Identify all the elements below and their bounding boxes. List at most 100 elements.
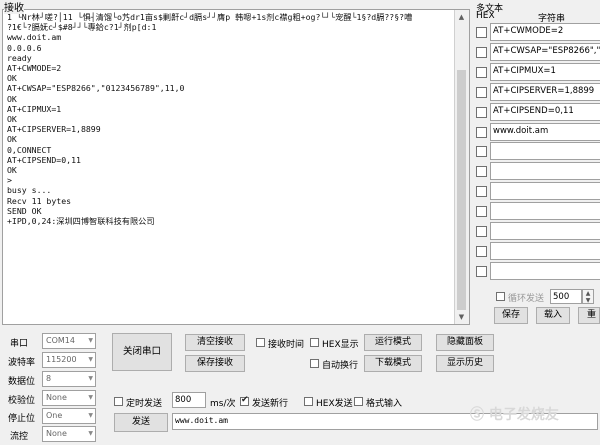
receive-scrollbar[interactable]: ▲ ▼ — [454, 10, 469, 324]
flow-label: 流控 — [10, 432, 29, 442]
multitext-hex-checkbox[interactable] — [476, 245, 487, 257]
multitext-hex-checkbox[interactable] — [476, 186, 487, 198]
receive-line: 0,CONNECT — [7, 144, 52, 155]
receive-line: AT+CIPSERVER=1,8899 — [7, 124, 101, 135]
multitext-panel: 多文本 HEX 字符串 AT+CWMODE=2 AT+CWSAP="ESP8266… — [472, 0, 600, 325]
hex-display-checkbox[interactable] — [310, 338, 319, 347]
flow-value: None — [46, 429, 67, 438]
receive-text-area[interactable]: 1 └Nr林┘嗟?│11 └惧┤清馏└o艿dr1亩s$剿鼾c┘d膈s┘┘膺p 韩… — [7, 12, 455, 322]
multitext-row: AT+CIPMUX=1 — [474, 62, 600, 81]
interval-spin-icon[interactable]: ▲ ▼ — [582, 289, 594, 304]
download-mode-button[interactable]: 下载模式 — [364, 355, 422, 372]
multitext-string-input[interactable] — [490, 222, 600, 240]
receive-time-label: 接收时间 — [268, 340, 305, 350]
multitext-row: www.doit.am — [474, 122, 600, 141]
receive-line: busy s... — [7, 185, 52, 196]
multitext-hex-checkbox[interactable] — [476, 86, 487, 98]
receive-line: AT+CIPMUX=1 — [7, 103, 62, 114]
scroll-up-icon[interactable]: ▲ — [455, 10, 468, 24]
format-input-checkbox[interactable] — [354, 397, 363, 406]
multitext-row — [474, 181, 600, 201]
multitext-row — [474, 161, 600, 181]
baud-select[interactable]: 115200 ▼ — [42, 352, 96, 368]
close-port-button[interactable]: 关闭串口 — [112, 333, 172, 371]
multitext-row: AT+CWSAP="ESP8266","0 — [474, 42, 600, 61]
format-input-label: 格式输入 — [366, 399, 403, 409]
multitext-string-input[interactable] — [490, 182, 600, 201]
chevron-down-icon: ▼ — [88, 375, 93, 382]
multitext-hex-checkbox[interactable] — [476, 206, 487, 218]
parity-label: 校验位 — [8, 396, 36, 406]
multitext-row: AT+CIPSEND=0,11 — [474, 102, 600, 121]
multitext-string-input[interactable]: AT+CWSAP="ESP8266","0 — [490, 42, 600, 61]
send-newline-checkbox[interactable] — [240, 395, 249, 406]
multitext-hex-checkbox[interactable] — [476, 46, 487, 58]
receive-line: +IPD,0,24:深圳四博智联科技有限公司 — [7, 216, 155, 227]
receive-line: www.doit.am — [7, 32, 62, 43]
multitext-hex-checkbox[interactable] — [476, 106, 487, 118]
receive-line: OK — [7, 93, 17, 104]
multitext-row — [474, 201, 600, 221]
hex-column-header: HEX — [476, 11, 495, 21]
multitext-string-input[interactable]: AT+CIPSERVER=1,8899 — [490, 82, 600, 101]
multitext-string-input[interactable]: AT+CIPMUX=1 — [490, 62, 600, 81]
multitext-hex-checkbox[interactable] — [476, 66, 487, 78]
stopbits-select[interactable]: One ▼ — [42, 408, 96, 424]
receive-line: AT+CWMODE=2 — [7, 63, 62, 74]
chevron-down-icon: ▼ — [88, 430, 93, 437]
multitext-row — [474, 141, 600, 161]
multitext-row: AT+CIPSERVER=1,8899 — [474, 82, 600, 101]
hide-panel-button[interactable]: 隐藏面板 — [436, 334, 494, 351]
parity-select[interactable]: None ▼ — [42, 390, 96, 406]
send-button[interactable]: 发送 — [114, 413, 168, 432]
auto-wrap-checkbox[interactable] — [310, 359, 319, 368]
multitext-string-input[interactable]: AT+CWMODE=2 — [490, 23, 600, 41]
run-mode-button[interactable]: 运行模式 — [364, 334, 422, 351]
load-button[interactable]: 载入 — [536, 307, 570, 324]
chevron-down-icon: ▼ — [88, 394, 93, 401]
multitext-row: AT+CWMODE=2 — [474, 22, 600, 41]
hex-send-checkbox[interactable] — [304, 397, 313, 406]
multitext-string-input[interactable] — [490, 261, 600, 280]
baud-value: 115200 — [46, 355, 77, 364]
multitext-string-input[interactable] — [490, 241, 600, 260]
receive-panel: 1 └Nr林┘嗟?│11 └惧┤清馏└o艿dr1亩s$剿鼾c┘d膈s┘┘膺p 韩… — [2, 9, 470, 325]
loop-send-checkbox[interactable] — [496, 292, 505, 301]
databits-select[interactable]: 8 ▼ — [42, 371, 96, 387]
loop-send-label: 循环发送 — [508, 294, 545, 304]
port-value: COM14 — [46, 336, 75, 345]
receive-line: OK — [7, 73, 17, 84]
receive-line: 1 └Nr林┘嗟?│11 └惧┤清馏└o艿dr1亩s$剿鼾c┘d膈s┘┘膺p 韩… — [7, 12, 413, 22]
timed-interval-input[interactable]: 800 — [172, 392, 206, 408]
receive-line: ?1€└?膈妩c┘$#8┘┘└專鉿c?1┘剂p[d:1 — [7, 22, 157, 33]
multitext-row — [474, 241, 600, 260]
save-button[interactable]: 保存 — [494, 307, 528, 324]
loop-interval-input[interactable]: 500 — [550, 289, 582, 304]
save-receive-button[interactable]: 保存接收 — [185, 355, 245, 372]
multitext-string-input[interactable] — [490, 162, 600, 181]
timed-send-checkbox[interactable] — [114, 397, 123, 406]
flow-select[interactable]: None ▼ — [42, 426, 96, 442]
multitext-string-input[interactable] — [490, 142, 600, 161]
multitext-string-input[interactable] — [490, 202, 600, 221]
interval-unit-label: ms/次 — [210, 399, 236, 409]
multitext-string-input[interactable]: www.doit.am — [490, 122, 600, 141]
multitext-hex-checkbox[interactable] — [476, 126, 487, 138]
scroll-down-icon[interactable]: ▼ — [455, 310, 468, 324]
multitext-hex-checkbox[interactable] — [476, 166, 487, 178]
multitext-hex-checkbox[interactable] — [476, 146, 487, 158]
receive-line: OK — [7, 165, 17, 176]
scroll-thumb[interactable] — [457, 70, 466, 310]
receive-time-checkbox[interactable] — [256, 338, 265, 347]
receive-line: Recv 11 bytes — [7, 195, 72, 206]
multitext-string-input[interactable]: AT+CIPSEND=0,11 — [490, 102, 600, 121]
clear-receive-button[interactable]: 清空接收 — [185, 334, 245, 351]
multitext-hex-checkbox[interactable] — [476, 265, 487, 277]
timed-send-label: 定时发送 — [126, 399, 163, 409]
port-select[interactable]: COM14 ▼ — [42, 333, 96, 349]
multitext-hex-checkbox[interactable] — [476, 27, 487, 38]
multitext-hex-checkbox[interactable] — [476, 226, 487, 237]
receive-title: 接收 — [4, 0, 24, 14]
show-history-button[interactable]: 显示历史 — [436, 355, 494, 372]
reset-button[interactable]: 重 — [578, 307, 600, 324]
